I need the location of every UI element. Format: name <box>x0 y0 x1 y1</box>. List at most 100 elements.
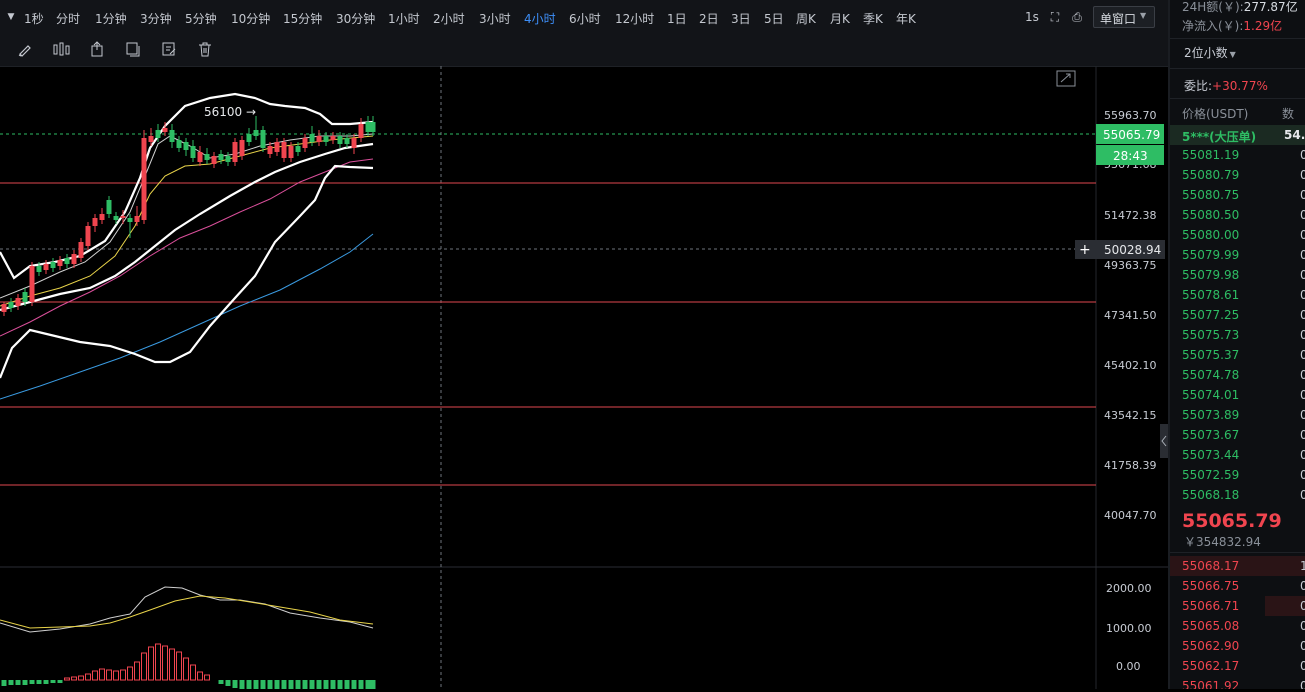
timeframe-tab[interactable]: 3分钟 <box>140 10 172 27</box>
timeframe-tab[interactable]: 1小时 <box>388 10 420 27</box>
indicator-bars-icon[interactable] <box>52 41 70 59</box>
ask-row[interactable]: 55073.44 0. <box>1170 445 1305 465</box>
ask-qty: 0. <box>1300 368 1305 382</box>
kline-chart[interactable]: 56100 → 55963.7053671.6851472.3849363.75… <box>0 66 1168 692</box>
timeframe-tab[interactable]: 12小时 <box>615 10 654 27</box>
timeframe-tab[interactable]: 5日 <box>764 10 784 27</box>
candlestick-series <box>1 116 376 316</box>
decimals-select[interactable]: 2位小数 ▼ <box>1184 44 1236 61</box>
timeframe-tab[interactable]: 1分钟 <box>95 10 127 27</box>
countdown-tag-text: 28:43 <box>1113 149 1148 163</box>
orderbook-last-price-cny: ￥354832.94 <box>1184 535 1261 549</box>
candle-body <box>71 254 77 264</box>
candle-body <box>302 138 308 148</box>
bid-row[interactable]: 55068.17 1. <box>1170 556 1305 576</box>
ask-row[interactable]: 55073.67 0. <box>1170 425 1305 445</box>
timeframe-tab[interactable]: 5分钟 <box>185 10 217 27</box>
drawing-toolbar <box>0 34 1168 67</box>
kline-chart-svg[interactable]: 56100 → 55963.7053671.6851472.3849363.75… <box>0 66 1168 692</box>
macd-bar <box>43 680 49 684</box>
copy-layout-icon[interactable] <box>124 41 142 59</box>
bid-row[interactable]: 55062.90 0. <box>1170 636 1305 656</box>
macd-bar <box>302 680 308 692</box>
candle-body <box>169 130 175 142</box>
timeframe-tab[interactable]: 月K <box>830 10 850 27</box>
ask-row[interactable]: 55068.18 0. <box>1170 485 1305 505</box>
candle-body <box>218 154 224 160</box>
candle-body <box>267 146 273 154</box>
timeframe-tab[interactable]: 2小时 <box>433 10 465 27</box>
panel-collapse-handle[interactable] <box>1160 424 1168 458</box>
macd-bar <box>309 680 315 692</box>
edit-settings-icon[interactable] <box>160 41 178 59</box>
timeframe-tab[interactable]: 年K <box>896 10 916 27</box>
timeframe-tab[interactable]: 3日 <box>731 10 751 27</box>
macd-bar <box>113 670 119 681</box>
indicator-axis: 2000.00 1000.00 0.00 <box>1106 582 1152 673</box>
expand-chart-icon[interactable] <box>1056 70 1076 87</box>
fullscreen-icon[interactable]: ⛶ <box>1046 8 1064 26</box>
bid-row[interactable]: 55062.17 0. <box>1170 656 1305 676</box>
ask-qty: 0. <box>1300 228 1305 242</box>
ask-row[interactable]: 55075.37 0. <box>1170 345 1305 365</box>
timeframe-tab[interactable]: 4小时 <box>524 10 556 27</box>
volume-24h-label: 24H额(￥): <box>1182 0 1244 14</box>
ask-row[interactable]: 55080.79 0. <box>1170 165 1305 185</box>
timeframe-tab[interactable]: 分时 <box>56 10 80 27</box>
export-icon[interactable] <box>88 41 106 59</box>
candle-body <box>274 142 280 152</box>
bid-row[interactable]: 55065.08 0. <box>1170 616 1305 636</box>
ask-row[interactable]: 55079.98 0. <box>1170 265 1305 285</box>
ask-qty: 0. <box>1300 168 1305 182</box>
bid-row[interactable]: 55066.75 0. <box>1170 576 1305 596</box>
candle-body <box>211 156 217 164</box>
timeframe-tab[interactable]: 30分钟 <box>336 10 375 27</box>
countdown-tag: 28:43 <box>1096 145 1164 165</box>
macd-bar <box>351 680 357 692</box>
ask-row[interactable]: 55074.01 0. <box>1170 385 1305 405</box>
window-mode-select[interactable]: 单窗口 ▼ <box>1093 6 1155 28</box>
macd-bar <box>8 680 14 685</box>
ask-row[interactable]: 55074.78 0. <box>1170 365 1305 385</box>
ask-qty: 0. <box>1300 328 1305 342</box>
timeframe-tab[interactable]: 周K <box>796 10 816 27</box>
timeframe-tab[interactable]: 3小时 <box>479 10 511 27</box>
macd-bar <box>190 664 196 681</box>
ask-row[interactable]: 55079.99 0. <box>1170 245 1305 265</box>
candle-body <box>162 128 168 132</box>
ask-row[interactable]: 55080.75 0. <box>1170 185 1305 205</box>
ask-row[interactable]: 55072.59 0. <box>1170 465 1305 485</box>
screenshot-icon[interactable]: ⎙ <box>1068 8 1086 26</box>
pen-draw-icon[interactable] <box>16 41 34 59</box>
candle-body <box>330 136 336 140</box>
bid-row[interactable]: 55066.71 0. <box>1170 596 1305 616</box>
timeframe-tab[interactable]: 2日 <box>699 10 719 27</box>
candle-body <box>134 216 140 222</box>
candle-body <box>1 304 7 312</box>
macd-bar <box>218 680 224 684</box>
realtime-toggle[interactable]: 1s <box>1025 10 1039 24</box>
ask-row[interactable]: 55075.73 0. <box>1170 325 1305 345</box>
timeframe-tab[interactable]: 10分钟 <box>231 10 270 27</box>
ask-row[interactable]: 55077.25 0. <box>1170 305 1305 325</box>
timeframe-tab[interactable]: 1日 <box>667 10 687 27</box>
timeframe-tab[interactable]: 15分钟 <box>283 10 322 27</box>
ma-yellow-line <box>0 135 374 307</box>
ask-qty: 0. <box>1300 408 1305 422</box>
timeframe-tab[interactable]: 1秒 <box>24 10 44 27</box>
macd-bar <box>169 648 175 681</box>
macd-bar <box>36 680 42 684</box>
ask-row[interactable]: 55080.50 0. <box>1170 205 1305 225</box>
bid-row[interactable]: 55061.92 0. <box>1170 676 1305 689</box>
ask-row[interactable]: 55073.89 0. <box>1170 405 1305 425</box>
crosshair-plus-icon[interactable]: + <box>1079 242 1091 258</box>
trash-icon[interactable] <box>196 41 214 59</box>
timeframe-tab[interactable]: 季K <box>863 10 883 27</box>
ask-row[interactable]: 55078.61 0. <box>1170 285 1305 305</box>
collapse-arrow-icon[interactable]: ▼ <box>2 8 20 26</box>
price-axis-label: 41758.39 <box>1104 459 1157 472</box>
ask-row[interactable]: 55080.00 0. <box>1170 225 1305 245</box>
timeframe-tab[interactable]: 6小时 <box>569 10 601 27</box>
large-order-row[interactable]: 5***(大压单) 54.3 <box>1170 125 1305 145</box>
ask-row[interactable]: 55081.19 0. <box>1170 145 1305 165</box>
